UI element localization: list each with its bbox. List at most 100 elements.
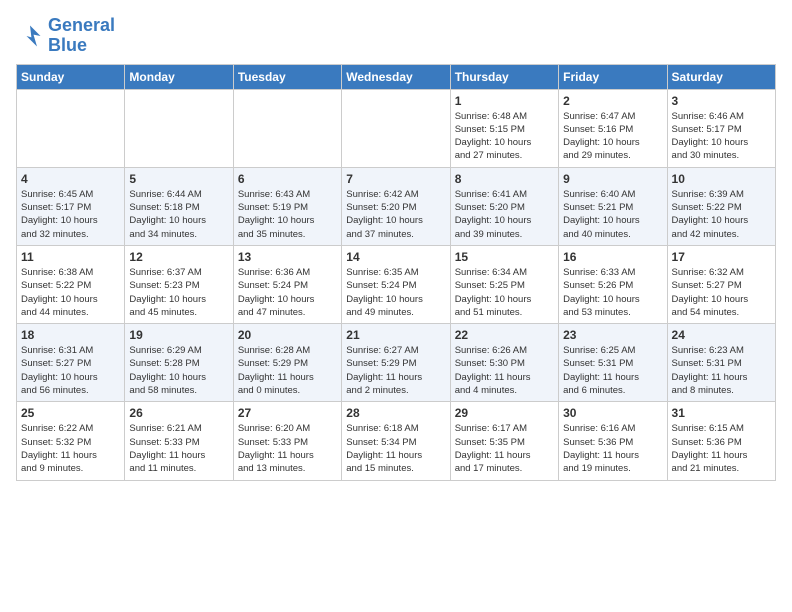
page-header: General Blue	[16, 16, 776, 56]
day-info: Sunrise: 6:39 AM Sunset: 5:22 PM Dayligh…	[672, 188, 771, 241]
day-number: 22	[455, 328, 554, 342]
day-info: Sunrise: 6:46 AM Sunset: 5:17 PM Dayligh…	[672, 110, 771, 163]
calendar-cell: 9 Sunrise: 6:40 AM Sunset: 5:21 PM Daylig…	[559, 167, 667, 245]
calendar-week-row: 18 Sunrise: 6:31 AM Sunset: 5:27 PM Dayli…	[17, 324, 776, 402]
calendar-cell: 14 Sunrise: 6:35 AM Sunset: 5:24 PM Dayli…	[342, 245, 450, 323]
day-info: Sunrise: 6:40 AM Sunset: 5:21 PM Dayligh…	[563, 188, 662, 241]
day-number: 1	[455, 94, 554, 108]
calendar-cell: 12Sunrise: 6:37 AM Sunset: 5:23 PM Dayli…	[125, 245, 233, 323]
day-info: Sunrise: 6:23 AM Sunset: 5:31 PM Dayligh…	[672, 344, 771, 397]
day-number: 11	[21, 250, 120, 264]
day-info: Sunrise: 6:17 AM Sunset: 5:35 PM Dayligh…	[455, 422, 554, 475]
day-info: Sunrise: 6:20 AM Sunset: 5:33 PM Dayligh…	[238, 422, 337, 475]
day-info: Sunrise: 6:35 AM Sunset: 5:24 PM Dayligh…	[346, 266, 445, 319]
day-info: Sunrise: 6:33 AM Sunset: 5:26 PM Dayligh…	[563, 266, 662, 319]
day-info: Sunrise: 6:47 AM Sunset: 5:16 PM Dayligh…	[563, 110, 662, 163]
day-number: 16	[563, 250, 662, 264]
calendar-cell: 25 Sunrise: 6:22 AM Sunset: 5:32 PM Dayli…	[17, 402, 125, 480]
day-info: Sunrise: 6:21 AM Sunset: 5:33 PM Dayligh…	[129, 422, 228, 475]
calendar-cell: 18 Sunrise: 6:31 AM Sunset: 5:27 PM Dayli…	[17, 324, 125, 402]
day-info: Sunrise: 6:41 AM Sunset: 5:20 PM Dayligh…	[455, 188, 554, 241]
day-info: Sunrise: 6:27 AM Sunset: 5:29 PM Dayligh…	[346, 344, 445, 397]
day-info: Sunrise: 6:16 AM Sunset: 5:36 PM Dayligh…	[563, 422, 662, 475]
calendar-cell: 3 Sunrise: 6:46 AM Sunset: 5:17 PM Daylig…	[667, 89, 775, 167]
calendar-week-row: 25 Sunrise: 6:22 AM Sunset: 5:32 PM Dayli…	[17, 402, 776, 480]
day-number: 29	[455, 406, 554, 420]
day-number: 14	[346, 250, 445, 264]
calendar-cell: 10 Sunrise: 6:39 AM Sunset: 5:22 PM Dayli…	[667, 167, 775, 245]
calendar-cell: 19 Sunrise: 6:29 AM Sunset: 5:28 PM Dayli…	[125, 324, 233, 402]
day-info: Sunrise: 6:48 AM Sunset: 5:15 PM Dayligh…	[455, 110, 554, 163]
day-number: 13	[238, 250, 337, 264]
day-number: 5	[129, 172, 228, 186]
day-header-saturday: Saturday	[667, 64, 775, 89]
day-info: Sunrise: 6:28 AM Sunset: 5:29 PM Dayligh…	[238, 344, 337, 397]
day-info: Sunrise: 6:22 AM Sunset: 5:32 PM Dayligh…	[21, 422, 120, 475]
calendar-cell	[17, 89, 125, 167]
day-number: 21	[346, 328, 445, 342]
calendar-week-row: 11 Sunrise: 6:38 AM Sunset: 5:22 PM Dayli…	[17, 245, 776, 323]
calendar-cell: 17 Sunrise: 6:32 AM Sunset: 5:27 PM Dayli…	[667, 245, 775, 323]
day-number: 23	[563, 328, 662, 342]
calendar-cell: 23Sunrise: 6:25 AM Sunset: 5:31 PM Dayli…	[559, 324, 667, 402]
day-info: Sunrise: 6:34 AM Sunset: 5:25 PM Dayligh…	[455, 266, 554, 319]
day-header-wednesday: Wednesday	[342, 64, 450, 89]
day-number: 3	[672, 94, 771, 108]
day-number: 12	[129, 250, 228, 264]
calendar-cell: 22 Sunrise: 6:26 AM Sunset: 5:30 PM Dayli…	[450, 324, 558, 402]
day-info: Sunrise: 6:29 AM Sunset: 5:28 PM Dayligh…	[129, 344, 228, 397]
day-number: 27	[238, 406, 337, 420]
calendar-cell: 4Sunrise: 6:45 AM Sunset: 5:17 PM Daylig…	[17, 167, 125, 245]
day-number: 9	[563, 172, 662, 186]
calendar-week-row: 1 Sunrise: 6:48 AM Sunset: 5:15 PM Daylig…	[17, 89, 776, 167]
calendar-cell: 28 Sunrise: 6:18 AM Sunset: 5:34 PM Dayli…	[342, 402, 450, 480]
day-header-thursday: Thursday	[450, 64, 558, 89]
day-info: Sunrise: 6:15 AM Sunset: 5:36 PM Dayligh…	[672, 422, 771, 475]
day-number: 10	[672, 172, 771, 186]
day-number: 25	[21, 406, 120, 420]
day-header-tuesday: Tuesday	[233, 64, 341, 89]
day-number: 20	[238, 328, 337, 342]
day-info: Sunrise: 6:26 AM Sunset: 5:30 PM Dayligh…	[455, 344, 554, 397]
day-info: Sunrise: 6:44 AM Sunset: 5:18 PM Dayligh…	[129, 188, 228, 241]
day-number: 19	[129, 328, 228, 342]
logo-icon	[16, 22, 44, 50]
day-number: 24	[672, 328, 771, 342]
calendar-cell	[125, 89, 233, 167]
calendar-cell: 8 Sunrise: 6:41 AM Sunset: 5:20 PM Daylig…	[450, 167, 558, 245]
calendar-cell: 6 Sunrise: 6:43 AM Sunset: 5:19 PM Daylig…	[233, 167, 341, 245]
day-info: Sunrise: 6:45 AM Sunset: 5:17 PM Dayligh…	[21, 188, 120, 241]
day-info: Sunrise: 6:18 AM Sunset: 5:34 PM Dayligh…	[346, 422, 445, 475]
calendar-cell: 30Sunrise: 6:16 AM Sunset: 5:36 PM Dayli…	[559, 402, 667, 480]
day-number: 7	[346, 172, 445, 186]
day-info: Sunrise: 6:31 AM Sunset: 5:27 PM Dayligh…	[21, 344, 120, 397]
day-info: Sunrise: 6:43 AM Sunset: 5:19 PM Dayligh…	[238, 188, 337, 241]
day-header-friday: Friday	[559, 64, 667, 89]
calendar-cell: 11 Sunrise: 6:38 AM Sunset: 5:22 PM Dayli…	[17, 245, 125, 323]
day-info: Sunrise: 6:32 AM Sunset: 5:27 PM Dayligh…	[672, 266, 771, 319]
calendar-cell: 2 Sunrise: 6:47 AM Sunset: 5:16 PM Daylig…	[559, 89, 667, 167]
day-number: 2	[563, 94, 662, 108]
calendar-cell: 31 Sunrise: 6:15 AM Sunset: 5:36 PM Dayli…	[667, 402, 775, 480]
calendar-cell: 27 Sunrise: 6:20 AM Sunset: 5:33 PM Dayli…	[233, 402, 341, 480]
day-info: Sunrise: 6:42 AM Sunset: 5:20 PM Dayligh…	[346, 188, 445, 241]
day-number: 6	[238, 172, 337, 186]
calendar-cell: 21 Sunrise: 6:27 AM Sunset: 5:29 PM Dayli…	[342, 324, 450, 402]
day-number: 17	[672, 250, 771, 264]
calendar-cell: 13Sunrise: 6:36 AM Sunset: 5:24 PM Dayli…	[233, 245, 341, 323]
logo: General Blue	[16, 16, 115, 56]
calendar-cell: 24 Sunrise: 6:23 AM Sunset: 5:31 PM Dayli…	[667, 324, 775, 402]
logo-text: General Blue	[48, 16, 115, 56]
day-info: Sunrise: 6:38 AM Sunset: 5:22 PM Dayligh…	[21, 266, 120, 319]
day-number: 28	[346, 406, 445, 420]
calendar-cell: 5 Sunrise: 6:44 AM Sunset: 5:18 PM Daylig…	[125, 167, 233, 245]
day-number: 31	[672, 406, 771, 420]
calendar-cell: 15Sunrise: 6:34 AM Sunset: 5:25 PM Dayli…	[450, 245, 558, 323]
calendar-cell	[342, 89, 450, 167]
calendar-header-row: SundayMondayTuesdayWednesdayThursdayFrid…	[17, 64, 776, 89]
calendar-cell: 26 Sunrise: 6:21 AM Sunset: 5:33 PM Dayli…	[125, 402, 233, 480]
day-header-monday: Monday	[125, 64, 233, 89]
day-number: 26	[129, 406, 228, 420]
day-number: 8	[455, 172, 554, 186]
day-number: 18	[21, 328, 120, 342]
